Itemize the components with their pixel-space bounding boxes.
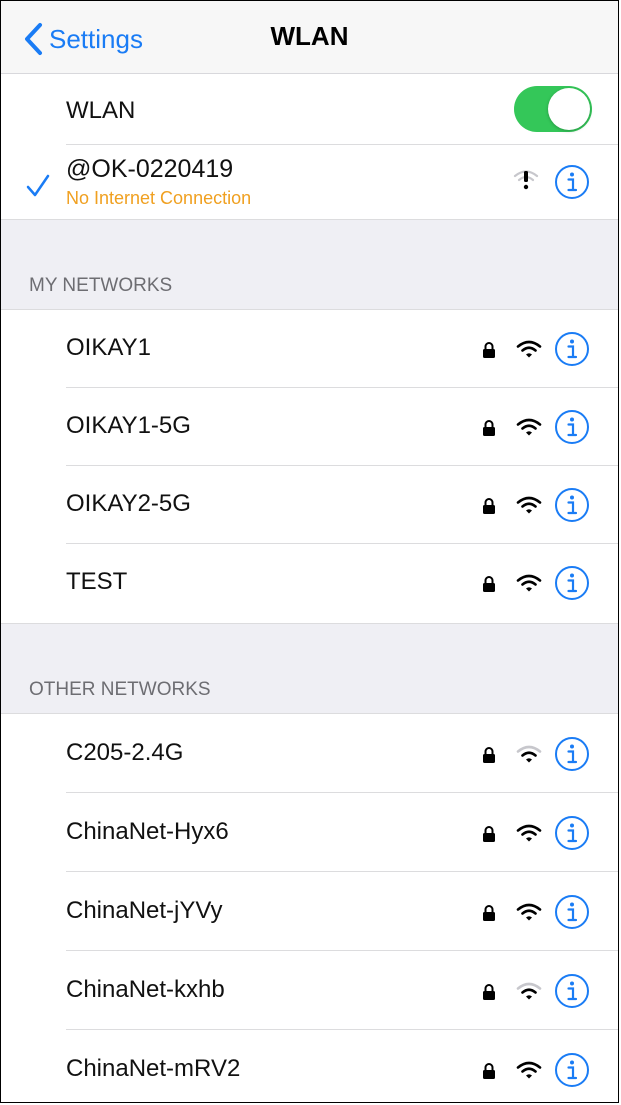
lock-icon [483, 342, 495, 358]
network-row[interactable]: ChinaNet-Hyx6 [1, 793, 618, 872]
wifi-warning-icon [513, 170, 539, 190]
network-name: C205-2.4G [66, 738, 184, 766]
lock-icon [483, 576, 495, 592]
info-button[interactable] [554, 1052, 590, 1088]
network-name: OIKAY1-5G [66, 412, 191, 439]
info-button[interactable] [554, 565, 590, 601]
wlan-toggle-row: WLAN [1, 74, 618, 144]
wlan-settings-screen: Settings WLAN WLAN @OK-0220419 No Intern… [0, 0, 619, 1103]
network-row[interactable]: TEST [1, 544, 618, 622]
connection-status: No Internet Connection [66, 188, 252, 208]
my-networks-header: MY NETWORKS [29, 275, 173, 296]
info-button[interactable] [554, 894, 590, 930]
network-name: OIKAY2-5G [66, 490, 191, 517]
wifi-signal-icon [516, 982, 542, 999]
switch-knob [548, 88, 590, 130]
checkmark-icon [26, 174, 50, 197]
wifi-signal-icon [516, 574, 542, 592]
network-row[interactable]: OIKAY1 [1, 310, 618, 388]
network-row[interactable]: OIKAY1-5G [1, 388, 618, 466]
network-row[interactable]: OIKAY2-5G [1, 466, 618, 544]
wifi-signal-icon [516, 745, 542, 762]
navigation-bar: Settings WLAN [1, 1, 618, 74]
wifi-signal-icon [516, 824, 542, 841]
lock-icon [483, 746, 495, 763]
my-networks-section-header: MY NETWORKS [1, 219, 618, 310]
info-button[interactable] [554, 736, 590, 772]
info-button[interactable] [554, 487, 590, 523]
wlan-toggle-label: WLAN [66, 97, 136, 124]
lock-icon [483, 498, 495, 514]
network-row[interactable]: ChinaNet-mRV2 [1, 1030, 618, 1102]
network-name: ChinaNet-mRV2 [66, 1054, 241, 1082]
info-button[interactable] [554, 973, 590, 1009]
wlan-switch[interactable] [514, 86, 592, 132]
info-button[interactable] [554, 331, 590, 367]
page-title: WLAN [270, 21, 349, 51]
network-name: ChinaNet-jYVy [66, 896, 223, 924]
wifi-signal-icon [516, 1061, 542, 1078]
network-row[interactable]: ChinaNet-jYVy [1, 872, 618, 951]
network-row[interactable]: C205-2.4G [1, 714, 618, 793]
wifi-signal-icon [516, 903, 542, 920]
wifi-signal-icon [516, 340, 542, 358]
lock-icon [483, 420, 495, 436]
other-networks-header: OTHER NETWORKS [29, 679, 211, 700]
connected-network-row[interactable]: @OK-0220419 No Internet Connection [1, 145, 618, 219]
wifi-signal-icon [516, 496, 542, 514]
network-name: ChinaNet-Hyx6 [66, 817, 229, 845]
wifi-signal-icon [516, 418, 542, 436]
lock-icon [483, 1062, 495, 1079]
lock-icon [483, 904, 495, 921]
other-networks-section-header: OTHER NETWORKS [1, 623, 618, 714]
connected-network-name: @OK-0220419 [66, 155, 234, 183]
network-name: OIKAY1 [66, 334, 151, 361]
network-name: TEST [66, 568, 128, 595]
info-button[interactable] [554, 164, 590, 200]
info-button[interactable] [554, 815, 590, 851]
network-name: ChinaNet-kxhb [66, 975, 225, 1003]
lock-icon [483, 825, 495, 842]
lock-icon [483, 983, 495, 1000]
info-button[interactable] [554, 409, 590, 445]
network-row[interactable]: ChinaNet-kxhb [1, 951, 618, 1030]
